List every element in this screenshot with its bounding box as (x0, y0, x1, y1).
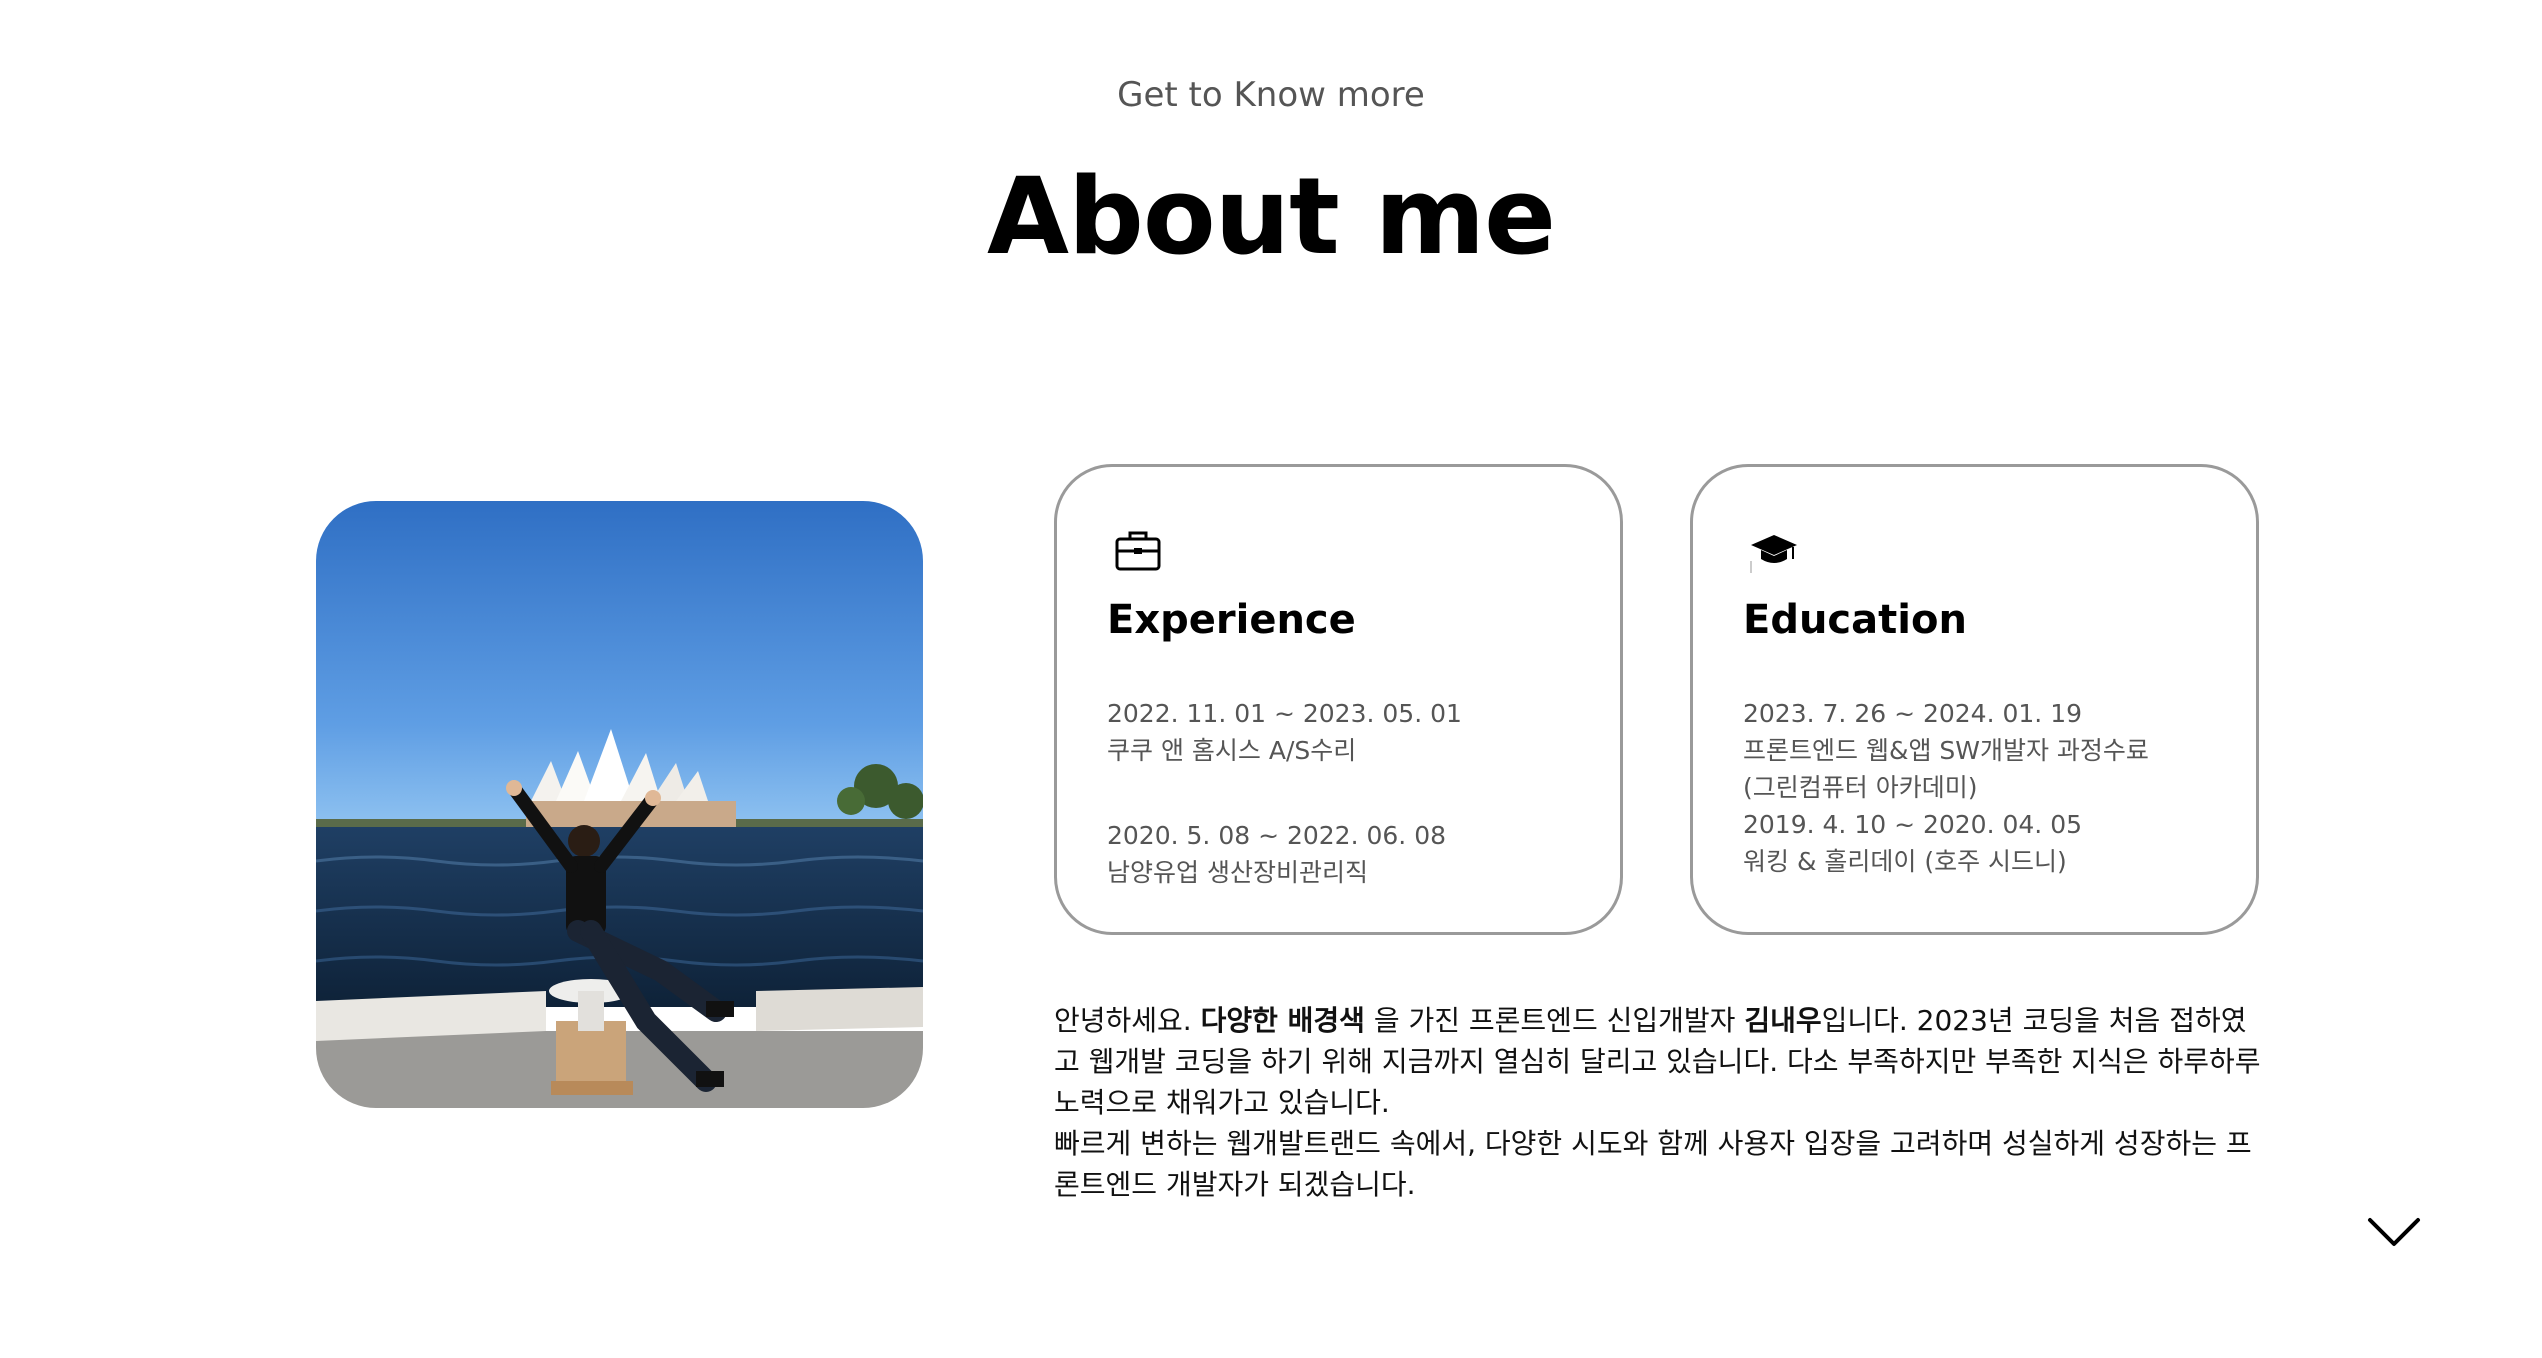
chevron-down-icon[interactable] (2364, 1212, 2424, 1252)
intro-paragraph-2: 빠르게 변하는 웹개발트랜드 속에서, 다양한 시도와 함께 사용자 입장을 고… (1054, 1127, 2252, 1201)
intro-name: 김내우 (1744, 1004, 1822, 1037)
intro-paragraph-1: 안녕하세요. 다양한 배경색 을 가진 프론트엔드 신입개발자 김내우입니다. … (1054, 1004, 2261, 1119)
about-section: Get to Know more About me Experience 202… (0, 0, 2542, 1358)
intro-highlight-1: 다양한 배경색 (1200, 1004, 1365, 1037)
experience-desc-2: 남양유업 생산장비관리직 (1107, 858, 1368, 887)
section-title: About me (986, 155, 1556, 278)
education-title: Education (1743, 597, 1967, 643)
education-list: 2023. 7. 26 ~ 2024. 01. 19 프론트엔드 웹&앱 SW개… (1743, 695, 2236, 880)
briefcase-icon (1113, 525, 1163, 575)
education-line-2: 프론트엔드 웹&앱 SW개발자 과정수료 (1743, 736, 2149, 765)
experience-desc-1: 쿠쿠 앤 홈시스 A/S수리 (1107, 736, 1357, 765)
experience-list: 2022. 11. 01 ~ 2023. 05. 01 쿠쿠 앤 홈시스 A/S… (1107, 695, 1600, 891)
education-line-5: 워킹 & 홀리데이 (호주 시드니) (1743, 847, 2067, 876)
profile-photo (316, 501, 923, 1108)
experience-card: Experience 2022. 11. 01 ~ 2023. 05. 01 쿠… (1054, 464, 1623, 935)
intro-text: 안녕하세요. 다양한 배경색 을 가진 프론트엔드 신입개발자 김내우입니다. … (1054, 1000, 2264, 1205)
education-line-1: 2023. 7. 26 ~ 2024. 01. 19 (1743, 699, 2083, 728)
education-line-4: 2019. 4. 10 ~ 2020. 04. 05 (1743, 810, 2083, 839)
education-line-3: (그린컴퓨터 아카데미) (1743, 773, 1978, 802)
experience-period-1: 2022. 11. 01 ~ 2023. 05. 01 (1107, 699, 1462, 728)
section-subtitle: Get to Know more (1117, 75, 1425, 115)
experience-period-2: 2020. 5. 08 ~ 2022. 06. 08 (1107, 821, 1447, 850)
experience-title: Experience (1107, 597, 1356, 643)
education-card: Education 2023. 7. 26 ~ 2024. 01. 19 프론트… (1690, 464, 2259, 935)
graduation-cap-icon (1749, 525, 1799, 575)
